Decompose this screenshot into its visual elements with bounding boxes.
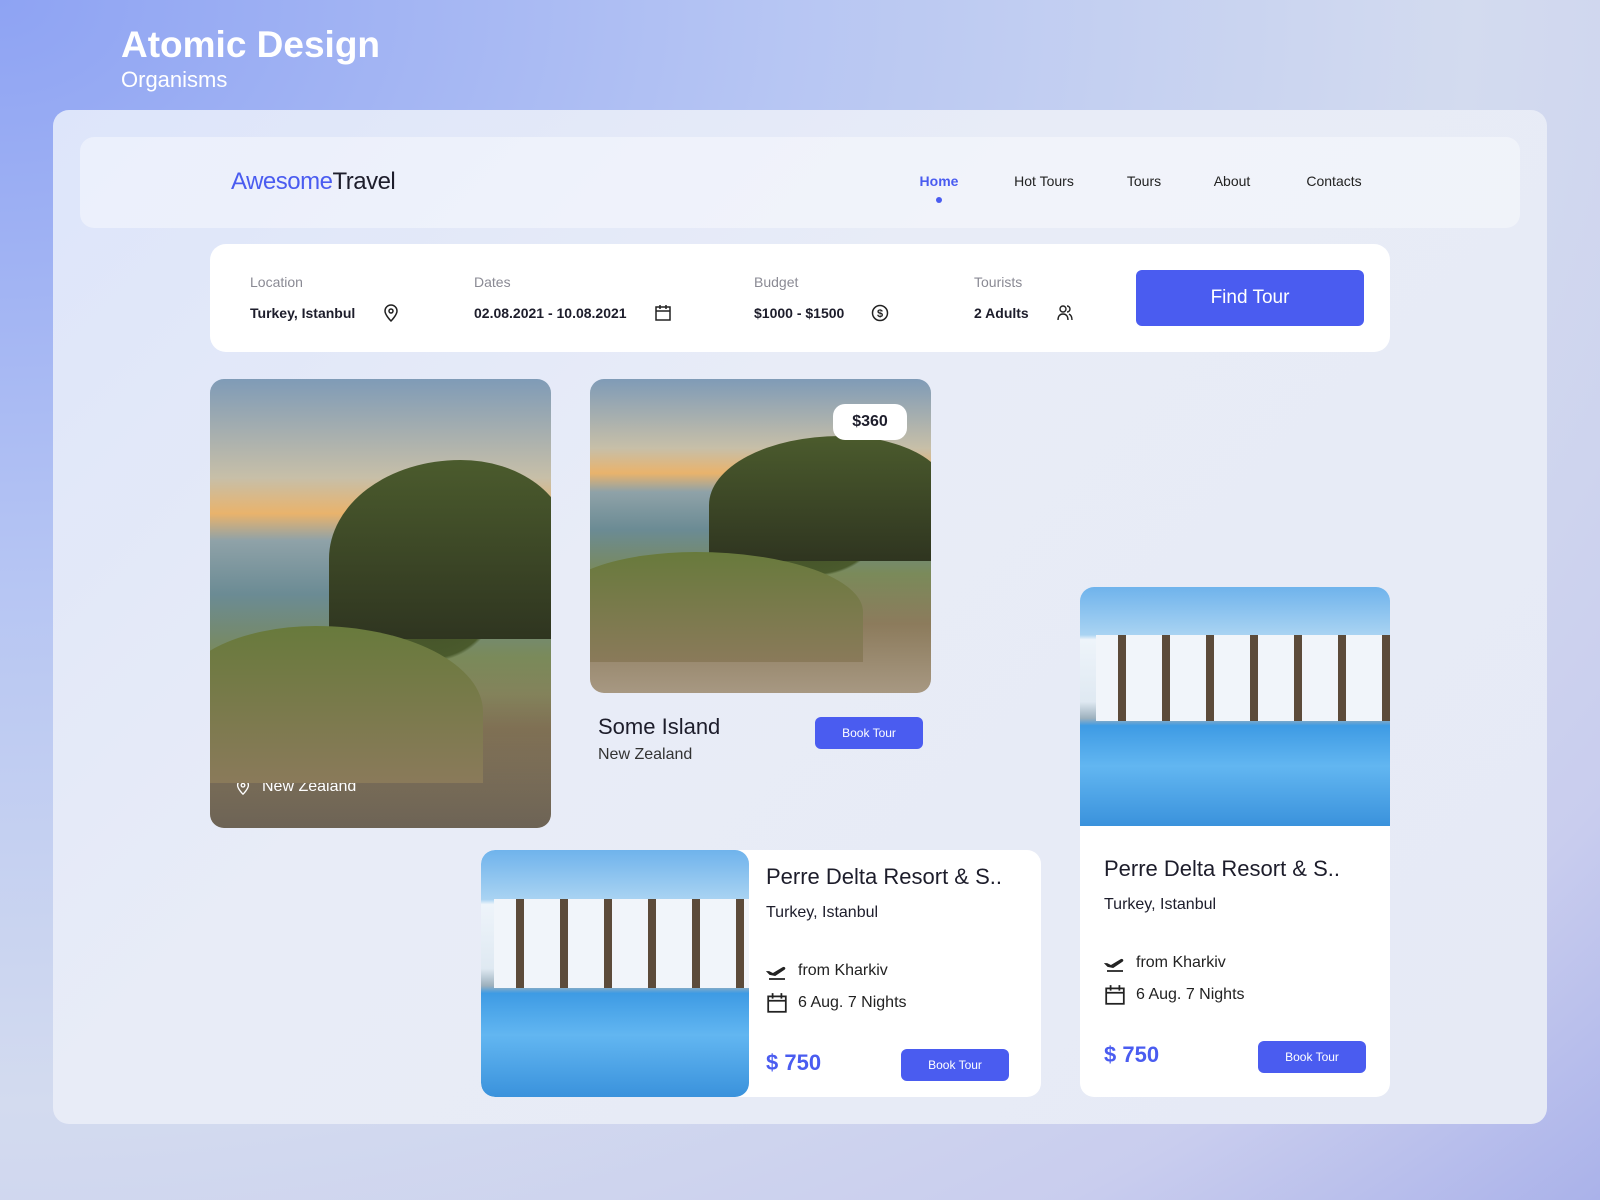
plane-departure-icon — [766, 966, 786, 980]
budget-label: Budget — [754, 274, 799, 290]
card-title: Perre Delta Resort & S.. — [766, 864, 1002, 889]
image-shade — [210, 379, 551, 828]
find-tour-button[interactable]: Find Tour — [1136, 270, 1364, 326]
price-badge: $360 — [833, 404, 907, 440]
book-tour-button[interactable]: Book Tour — [815, 717, 923, 749]
budget-field[interactable]: Budget $1000 - $1500 $ — [754, 274, 890, 323]
resort-image — [1080, 587, 1390, 826]
resort-image — [481, 850, 749, 1097]
location-field[interactable]: Location Turkey, Istanbul — [250, 274, 401, 323]
tourists-field[interactable]: Tourists 2 Adults — [974, 274, 1075, 323]
location-value: Turkey, Istanbul — [250, 305, 356, 321]
active-indicator — [936, 197, 942, 203]
book-tour-button[interactable]: Book Tour — [901, 1049, 1009, 1081]
calendar-icon — [1105, 985, 1125, 1005]
nav-tours[interactable]: Tours — [1127, 173, 1161, 189]
departure-city: from Kharkiv — [798, 962, 888, 979]
svg-text:$: $ — [877, 308, 883, 320]
map-pin-icon — [236, 779, 250, 796]
dates-label: Dates — [474, 274, 511, 290]
card-location: Turkey, Istanbul — [1104, 896, 1217, 913]
calendar-icon — [654, 305, 671, 321]
card-location: Turkey, Istanbul — [766, 904, 879, 921]
tour-dates: 6 Aug. 7 Nights — [798, 994, 907, 1011]
map-pin-icon — [384, 304, 399, 323]
tour-dates: 6 Aug. 7 Nights — [1136, 986, 1245, 1003]
nav-about[interactable]: About — [1214, 173, 1251, 189]
dates-field[interactable]: Dates 02.08.2021 - 10.08.2021 — [474, 274, 673, 323]
logo-part-1: Awesome — [231, 168, 333, 195]
dates-value: 02.08.2021 - 10.08.2021 — [474, 305, 627, 321]
page-subtitle: Organisms — [121, 67, 228, 92]
page-title: Atomic Design — [121, 24, 381, 65]
calendar-icon — [767, 993, 787, 1013]
tourists-value: 2 Adults — [974, 305, 1029, 321]
tour-card-horizontal[interactable]: Perre Delta Resort & S.. Turkey, Istanbu… — [481, 850, 1041, 1097]
plane-departure-icon — [1104, 958, 1124, 972]
card-location: New Zealand — [598, 746, 693, 763]
card-title: Some Island — [234, 747, 357, 772]
departure-city: from Kharkiv — [1136, 954, 1226, 971]
tourists-label: Tourists — [974, 274, 1023, 290]
location-label: Location — [250, 274, 303, 290]
book-tour-button[interactable]: Book Tour — [1258, 1041, 1366, 1073]
card-location: New Zealand — [262, 778, 357, 795]
nav-hot-tours[interactable]: Hot Tours — [1014, 173, 1074, 189]
logo-part-2: Travel — [332, 168, 396, 195]
search-bar: Location Turkey, Istanbul Dates 02.08.20… — [210, 244, 1390, 352]
dollar-circle-icon: $ — [872, 304, 889, 322]
budget-value: $1000 - $1500 — [754, 305, 845, 321]
card-title: Some Island — [598, 714, 721, 739]
users-icon — [1057, 305, 1073, 321]
tour-price: $ 750 — [1104, 1042, 1160, 1067]
tour-price: $ 750 — [766, 1050, 822, 1075]
nav-contacts[interactable]: Contacts — [1306, 173, 1361, 189]
nav-home[interactable]: Home — [920, 173, 959, 189]
card-title: Perre Delta Resort & S.. — [1104, 856, 1340, 881]
tour-card-overlay[interactable]: Some Island New Zealand — [210, 379, 551, 828]
tour-card-vertical[interactable]: Perre Delta Resort & S.. Turkey, Istanbu… — [1080, 587, 1390, 1097]
logo[interactable]: AwesomeTravel — [231, 168, 396, 196]
